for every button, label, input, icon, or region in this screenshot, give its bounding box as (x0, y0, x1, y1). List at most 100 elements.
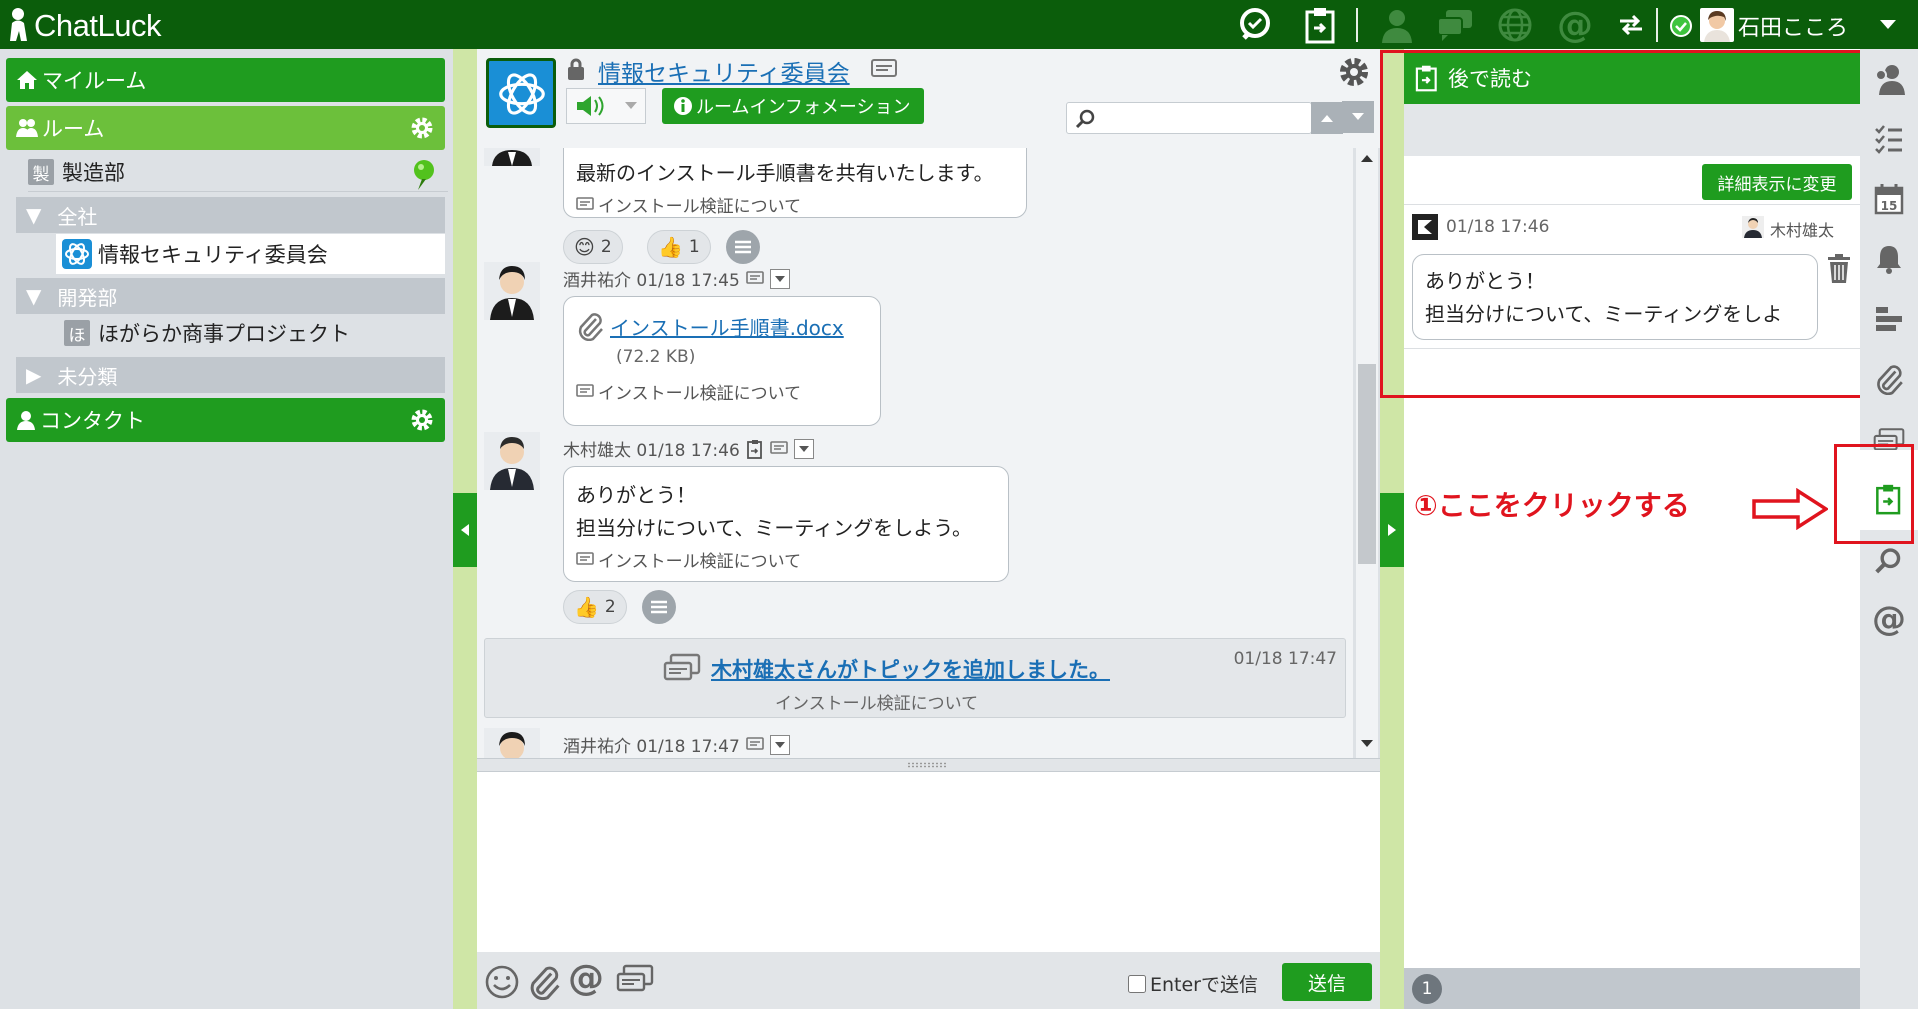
sidebar-group-mibunrui[interactable]: ▶ 未分類 (16, 357, 445, 393)
reaction-thumb[interactable]: 👍 1 (647, 230, 711, 264)
reaction-count: 1 (688, 237, 700, 257)
globe-icon[interactable] (1496, 6, 1534, 44)
enter-send-checkbox[interactable] (1128, 974, 1146, 993)
topic-icon (576, 383, 594, 400)
sidebar-contact-header[interactable]: コンタクト (6, 398, 445, 442)
message-topic[interactable]: インストール検証について (576, 379, 868, 404)
paperclip-icon (576, 311, 604, 341)
reaction-thumb[interactable]: 👍 2 (563, 590, 627, 624)
scrollbar-thumb[interactable] (1358, 364, 1376, 564)
send-button[interactable]: 送信 (1282, 963, 1372, 1001)
user-name[interactable]: 石田こころ (1738, 10, 1848, 42)
sidebar-my-room-label: マイルーム (42, 69, 147, 93)
message-scrollbar[interactable] (1356, 148, 1378, 758)
sidebar-item-hoga[interactable]: ほ ほがらか商事プロジェクト (64, 316, 444, 350)
avatar (484, 728, 540, 758)
sidebar-group-label: 全社 (57, 204, 98, 229)
topic-icon[interactable] (745, 736, 764, 753)
thumbs-up-emoji-icon: 👍 (658, 235, 683, 259)
message-sender-time: 酒井祐介 01/18 17:45 (563, 271, 740, 291)
contact-settings-gear-icon[interactable] (410, 408, 434, 432)
file-attach-icon[interactable] (1866, 356, 1912, 402)
reaction-menu-button[interactable] (642, 590, 676, 624)
attach-icon[interactable] (526, 964, 562, 1000)
topic-label: インストール検証について (598, 384, 802, 404)
sidebar-item-label: ほがらか商事プロジェクト (98, 322, 350, 346)
annotation-text: ①ここをクリックする (1414, 489, 1690, 522)
room-search-field[interactable] (1101, 107, 1261, 129)
message-topic[interactable]: インストール検証について (576, 547, 996, 572)
task-list-icon[interactable] (1866, 116, 1912, 162)
message-meta: 酒井祐介 01/18 17:45 (563, 266, 790, 291)
mention-icon[interactable]: @ (1866, 596, 1912, 642)
calendar-icon[interactable]: 15 (1866, 176, 1912, 222)
reaction-menu-button[interactable] (726, 230, 760, 264)
message-menu-dropdown[interactable] (769, 734, 790, 755)
message-input[interactable] (477, 772, 1380, 952)
room-info-button[interactable]: ルームインフォメーション (662, 88, 924, 124)
room-badge: ほ (64, 320, 90, 346)
user-avatar[interactable] (1700, 8, 1734, 42)
enter-send-option[interactable]: Enterで送信 (1128, 970, 1258, 997)
logo-icon (6, 7, 30, 41)
topic-icon[interactable] (870, 58, 898, 82)
sidebar-group-kaihatsu[interactable]: ▼ 開発部 (16, 278, 445, 314)
contact-icon[interactable] (1378, 6, 1416, 44)
composer-resize-handle[interactable] (477, 758, 1380, 772)
file-link[interactable]: インストール手順書.docx (610, 312, 844, 341)
members-icon[interactable] (1866, 56, 1912, 102)
search-talk-icon[interactable] (1236, 6, 1274, 44)
emoji-icon[interactable] (484, 964, 520, 1000)
topic-icon (576, 551, 594, 568)
read-later-icon[interactable] (1302, 6, 1340, 44)
thumbs-up-emoji-icon: 👍 (574, 595, 599, 619)
read-later-footer (1404, 968, 1860, 1009)
sidebar-item-johosec[interactable]: 情報セキュリティ委員会 (56, 234, 445, 274)
sidebar-group-zensha[interactable]: ▼ 全社 (16, 197, 445, 233)
message-menu-dropdown[interactable] (769, 268, 790, 289)
smile-emoji-icon: 😊 (574, 235, 595, 259)
topic-label: インストール検証について (598, 197, 802, 217)
svg-text:15: 15 (1881, 199, 1898, 213)
room-settings-gear-icon[interactable] (1338, 56, 1370, 88)
sidebar-group-label: 開発部 (57, 285, 118, 310)
rooms-settings-gear-icon[interactable] (410, 116, 434, 140)
topic-icon[interactable] (616, 964, 654, 996)
switch-icon[interactable] (1612, 6, 1650, 44)
enter-send-label: Enterで送信 (1150, 974, 1258, 996)
collapse-left-button[interactable] (453, 493, 477, 567)
gantt-icon[interactable] (1866, 296, 1912, 342)
search-up-button[interactable] (1311, 102, 1343, 134)
system-message-link[interactable]: 木村雄太さんがトピックを追加しました。 (711, 654, 1110, 684)
topic-icon (663, 653, 701, 685)
room-title[interactable]: 情報セキュリティ委員会 (598, 54, 850, 88)
sidebar-rooms-header[interactable]: ルーム (6, 106, 445, 150)
search-icon[interactable] (1866, 538, 1912, 584)
message-sender-time: 酒井祐介 01/18 17:47 (563, 737, 740, 757)
file-size: (72.2 KB) (616, 347, 696, 367)
message-list[interactable]: 最新のインストール手順書を共有いたします。 インストール検証について 😊 2 👍 1… (477, 148, 1353, 758)
mention-icon[interactable]: @ (1556, 5, 1594, 46)
topic-icon[interactable] (769, 440, 788, 457)
notification-dropdown[interactable] (566, 88, 646, 124)
message-menu-dropdown[interactable] (793, 438, 814, 459)
chevron-down-icon (625, 102, 637, 110)
bell-icon[interactable] (1866, 236, 1912, 282)
reaction-count: 2 (604, 597, 616, 617)
topic-icon[interactable] (745, 270, 764, 287)
message-bubble: インストール手順書.docx (72.2 KB) インストール検証について (563, 296, 881, 426)
collapse-right-button[interactable] (1380, 493, 1404, 567)
rooms-icon[interactable] (1436, 6, 1474, 44)
reaction-smile[interactable]: 😊 2 (563, 230, 623, 264)
mention-icon[interactable]: @ (568, 958, 604, 999)
room-search-input[interactable] (1066, 102, 1343, 134)
read-later-small-icon[interactable] (746, 439, 764, 459)
message-topic[interactable]: インストール検証について (576, 192, 1014, 217)
message-meta: 木村雄太 01/18 17:46 (563, 436, 814, 461)
room-atom-icon (62, 239, 92, 269)
message-text: ありがとう！ (576, 483, 696, 507)
sidebar-item-seizo[interactable]: 製 製造部 (28, 155, 448, 189)
search-down-button[interactable] (1342, 101, 1374, 133)
chevron-down-icon[interactable] (1880, 20, 1896, 30)
sidebar-my-room[interactable]: マイルーム (6, 58, 445, 102)
